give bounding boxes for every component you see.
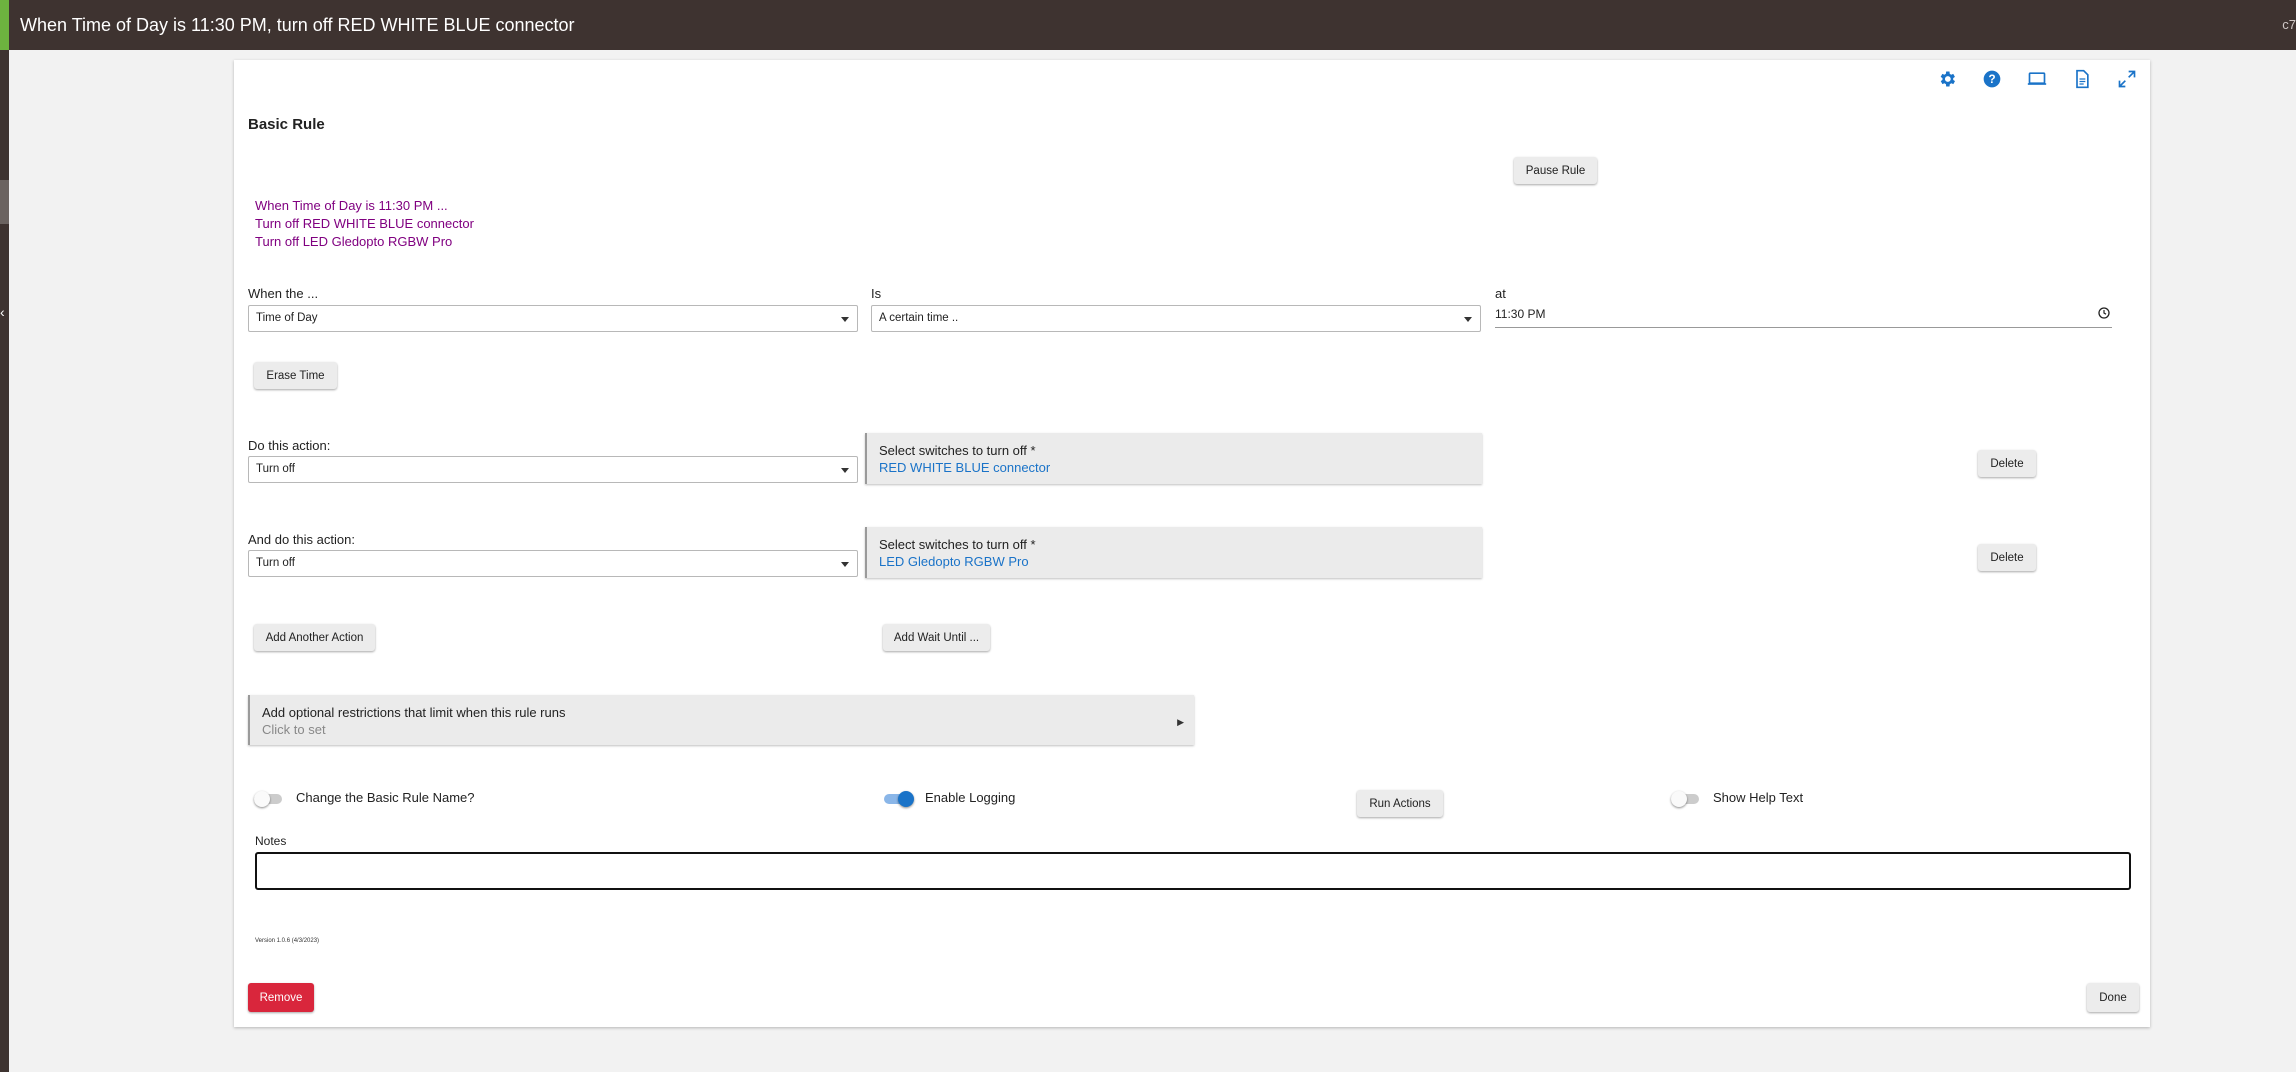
rule-card: ? Basic Rule Pause Rule When Time of Day… bbox=[234, 60, 2150, 1027]
run-actions-button[interactable]: Run Actions bbox=[1357, 790, 1443, 817]
summary-line: Turn off RED WHITE BLUE connector bbox=[255, 216, 474, 231]
add-action-button[interactable]: Add Another Action bbox=[254, 624, 375, 651]
switch-picker-label: Select switches to turn off * bbox=[879, 443, 1036, 458]
restrictions-panel[interactable]: Add optional restrictions that limit whe… bbox=[248, 695, 1194, 745]
switch-picker-value: RED WHITE BLUE connector bbox=[879, 460, 1051, 475]
chevron-down-icon bbox=[841, 468, 849, 473]
remove-button[interactable]: Remove bbox=[248, 983, 314, 1012]
chevron-down-icon bbox=[1464, 317, 1472, 322]
when-label: When the ... bbox=[248, 286, 319, 301]
action-type-value: Turn off bbox=[256, 557, 295, 569]
time-value: 11:30 PM bbox=[1495, 307, 1546, 321]
help-text-toggle[interactable] bbox=[1671, 791, 1701, 807]
rule-summary: When Time of Day is 11:30 PM ... Turn of… bbox=[255, 197, 474, 251]
trigger-condition-select[interactable]: A certain time .. bbox=[871, 305, 1481, 332]
toggle-knob bbox=[898, 791, 914, 807]
page-title: Basic Rule bbox=[248, 116, 325, 133]
switch-picker[interactable]: Select switches to turn off * LED Gledop… bbox=[865, 527, 1482, 578]
notes-textarea[interactable] bbox=[257, 854, 2129, 888]
toggle-knob bbox=[1671, 791, 1687, 807]
delete-action-button[interactable]: Delete bbox=[1978, 544, 2036, 571]
delete-action-button[interactable]: Delete bbox=[1978, 450, 2036, 477]
restrictions-title: Add optional restrictions that limit whe… bbox=[262, 705, 566, 720]
action-type-select[interactable]: Turn off bbox=[248, 456, 858, 483]
switch-picker-label: Select switches to turn off * bbox=[879, 537, 1036, 552]
time-input[interactable]: 11:30 PM bbox=[1495, 303, 2112, 328]
action-type-value: Turn off bbox=[256, 463, 295, 475]
pause-rule-button[interactable]: Pause Rule bbox=[1514, 157, 1597, 184]
version-text: Version 1.0.6 (4/3/2023) bbox=[255, 938, 320, 944]
action-label: And do this action: bbox=[248, 532, 355, 547]
laptop-icon[interactable] bbox=[2024, 66, 2050, 92]
done-button[interactable]: Done bbox=[2087, 983, 2139, 1012]
svg-text:?: ? bbox=[1988, 73, 1995, 86]
switch-picker-value: LED Gledopto RGBW Pro bbox=[879, 554, 1029, 569]
toggle-knob bbox=[254, 791, 270, 807]
rename-toggle-label: Change the Basic Rule Name? bbox=[296, 790, 475, 805]
trigger-type-value: Time of Day bbox=[256, 312, 318, 324]
clock-icon[interactable] bbox=[2098, 307, 2110, 319]
logging-toggle[interactable] bbox=[884, 791, 914, 807]
help-text-toggle-label: Show Help Text bbox=[1713, 790, 1804, 805]
is-label: Is bbox=[871, 286, 882, 301]
nav-accent bbox=[0, 0, 9, 50]
chevron-down-icon bbox=[841, 317, 849, 322]
notes-label: Notes bbox=[255, 834, 287, 848]
title-bar-corner-text: c7 bbox=[2282, 17, 2296, 32]
nav-collapse-icon[interactable]: ‹ bbox=[0, 304, 5, 320]
at-label: at bbox=[1495, 286, 1506, 301]
switch-picker[interactable]: Select switches to turn off * RED WHITE … bbox=[865, 433, 1482, 484]
logging-toggle-label: Enable Logging bbox=[925, 790, 1016, 805]
expand-icon[interactable] bbox=[2114, 66, 2140, 92]
window-title: When Time of Day is 11:30 PM, turn off R… bbox=[20, 15, 575, 35]
document-icon[interactable] bbox=[2069, 66, 2095, 92]
restrictions-subtext: Click to set bbox=[262, 722, 326, 737]
erase-time-button[interactable]: Erase Time bbox=[254, 362, 337, 389]
action-type-select[interactable]: Turn off bbox=[248, 550, 858, 577]
trigger-condition-value: A certain time .. bbox=[879, 312, 959, 324]
chevron-down-icon bbox=[841, 562, 849, 567]
summary-line: Turn off LED Gledopto RGBW Pro bbox=[255, 234, 453, 249]
title-bar: When Time of Day is 11:30 PM, turn off R… bbox=[9, 0, 2296, 50]
help-icon[interactable]: ? bbox=[1979, 66, 2005, 92]
trigger-type-select[interactable]: Time of Day bbox=[248, 305, 858, 332]
gear-icon[interactable] bbox=[1934, 66, 1960, 92]
action-label: Do this action: bbox=[248, 438, 331, 453]
add-wait-button[interactable]: Add Wait Until ... bbox=[883, 624, 990, 651]
nav-selected-segment[interactable] bbox=[0, 180, 9, 224]
left-nav-strip: ‹ bbox=[0, 0, 9, 1072]
notes-field[interactable] bbox=[255, 852, 2131, 890]
rename-toggle[interactable] bbox=[254, 791, 284, 807]
summary-line: When Time of Day is 11:30 PM ... bbox=[255, 198, 448, 213]
caret-right-icon: ▶ bbox=[1177, 717, 1184, 727]
